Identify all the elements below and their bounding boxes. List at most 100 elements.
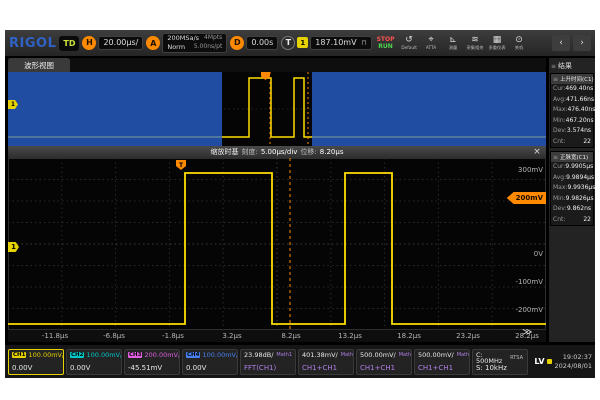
acquisition-icon: ≋ [471, 36, 479, 45]
voltage-label-0v: 0V [483, 250, 543, 258]
horizontal-group: H 20.00μs/ [82, 36, 143, 51]
multi-instrument-button[interactable]: ▦ 多重仪表 [488, 32, 507, 54]
ch3-offset: -45.51mV [128, 365, 176, 372]
channel1-box[interactable]: CH1 100.00mV/ ≡ Ω 0.00V [8, 349, 64, 375]
delay-knob[interactable]: D [230, 36, 244, 50]
ch4-badge: CH4 [186, 352, 200, 359]
nav-prev-button[interactable]: ‹ [552, 35, 570, 51]
default-button[interactable]: ↺ Default [400, 32, 419, 54]
ch1-badge: CH1 [12, 352, 26, 359]
math2-expr: CH1+CH1 [302, 365, 350, 372]
math3-badge: Math3 [398, 352, 412, 358]
timebase-mode-badge[interactable]: TD [59, 36, 79, 51]
ch2-offset: 0.00V [70, 365, 118, 372]
math1-box[interactable]: 23.98dB/ Math1 FFT(CH1) [240, 349, 296, 375]
results-header: ≡ 结果 [550, 59, 594, 73]
atta-icon: ⌖ [428, 36, 433, 45]
delay-group: D 0.00s [230, 36, 278, 51]
zoom-offset-label: 位移: [300, 147, 316, 157]
power-icon [547, 359, 552, 364]
zoom-timebase-header: 缩放时基 刻度: 5.00μs/div 位移: 8.20μs [8, 146, 546, 158]
trigger-slope-icon: ⊓ [361, 39, 366, 47]
trigger-level-box[interactable]: 187.10mV ⊓ [310, 36, 371, 51]
math4-box[interactable]: 500.00mV/ Math4 CH1+CH1 [414, 349, 470, 375]
zoom-title: 缩放时基 [211, 147, 239, 157]
measurement-card-positive-width[interactable]: ≡ 正脉宽(C1) Cur:9.9905μs Avg:9.9894μs Max:… [550, 151, 594, 226]
acquire-info-box[interactable]: 200MSa/s 4Mpts Norm 5.00ns/pt [162, 33, 227, 52]
acquire-group: A 200MSa/s 4Mpts Norm 5.00ns/pt [146, 33, 227, 52]
acquisition-button[interactable]: ≋ 采集相关 [466, 32, 485, 54]
trigger-level-tag[interactable]: 200mV [507, 192, 546, 204]
ch3-scale: 200.00mV/ [144, 352, 180, 359]
channel2-box[interactable]: CH2 100.00mV/ 0.00V [66, 349, 122, 375]
time-resolution: 5.00ns/pt [194, 44, 222, 51]
drag-handle-icon: ≡ [553, 76, 558, 83]
trigger-source-badge[interactable]: 1 [297, 37, 308, 48]
sample-rate: 200MSa/s [167, 35, 199, 42]
channel3-box[interactable]: CH3 200.00mV/ -45.51mV [124, 349, 180, 375]
zoom-offset-value: 8.20μs [320, 148, 344, 156]
channel4-box[interactable]: CH4 100.00mV/ 0.00V [182, 349, 238, 375]
time-label: 23.2μs [448, 332, 488, 340]
math2-box[interactable]: 401.38mV/ Math2 CH1+CH1 [298, 349, 354, 375]
nav-next-button[interactable]: › [573, 35, 591, 51]
math1-badge: Math1 [275, 352, 293, 358]
power-status: LV [534, 357, 551, 366]
power-off-button[interactable]: ⊙ 关机 [510, 32, 529, 54]
power-label: LV [534, 357, 544, 366]
math1-expr: FFT(CH1) [244, 365, 292, 372]
zoom-close-icon[interactable]: × [531, 146, 543, 158]
measurement-title: 正脉宽(C1) [560, 153, 588, 161]
rtsa-center: C: 500MHz [476, 352, 507, 365]
ch4-scale: 100.00mV/ [202, 352, 238, 359]
tab-waveform-view[interactable]: 波形视图 [8, 58, 70, 72]
acquire-knob[interactable]: A [146, 36, 160, 50]
default-icon: ↺ [405, 36, 413, 45]
system-time: 19:02:37 [563, 353, 592, 361]
math2-scale: 401.38mV/ [302, 352, 338, 359]
zoom-scale-value: 5.00μs/div [261, 148, 298, 156]
delay-value-box[interactable]: 0.00s [246, 36, 278, 51]
time-label: -11.8μs [35, 332, 75, 340]
time-label: 3.2μs [212, 332, 252, 340]
math3-scale: 500.00mV/ [360, 352, 396, 359]
rtsa-box[interactable]: C: 500MHz RTSA S: 10kHz [472, 349, 528, 375]
time-label: 18.2μs [389, 332, 429, 340]
time-label: -6.8μs [94, 332, 134, 340]
run-state-indicator[interactable]: STOP RUN [377, 36, 395, 50]
trigger-knob[interactable]: T [281, 36, 295, 50]
math4-scale: 500.00mV/ [418, 352, 454, 359]
measurement-title: 上升时间(C1) [560, 75, 594, 83]
drag-handle-icon: ≡ [553, 154, 558, 161]
zoom-window-shade-left[interactable] [8, 72, 222, 146]
atta-button[interactable]: ⌖ ATTA [422, 32, 441, 54]
run-label: RUN [378, 43, 393, 50]
system-date: 2024/08/01 [555, 362, 592, 370]
ch1-offset: 0.00V [12, 365, 60, 372]
clock-block: LV 19:02:37 2024/08/01 [534, 353, 592, 369]
ch2-badge: CH2 [70, 352, 84, 359]
measure-icon: ⊾ [449, 36, 457, 45]
measurement-card-risetime[interactable]: ≡ 上升时间(C1) Cur:469.40ns Avg:471.66ns Max… [550, 73, 594, 148]
trigger-level-value: 187.10mV [315, 38, 356, 47]
voltage-label-neg100mv: -100mV [483, 278, 543, 286]
top-toolbar: RIGOL TD H 20.00μs/ A 200MSa/s 4Mpts Nor… [5, 30, 595, 56]
measure-button[interactable]: ⊾ 测量 [444, 32, 463, 54]
math3-box[interactable]: 500.00mV/ Math3 CH1+CH1 [356, 349, 412, 375]
voltage-label-300mv: 300mV [483, 166, 543, 174]
math1-scale: 23.98dB/ [244, 352, 273, 359]
horizontal-scale-box[interactable]: 20.00μs/ [98, 36, 143, 51]
waveform-display: 1 缩放时基 刻度: 5.00μs/div 位移: 8.20μs × [8, 58, 546, 342]
results-panel: ≡ 结果 ≡ 上升时间(C1) Cur:469.40ns Avg:471.66n… [548, 58, 595, 342]
rtsa-badge: RTSA [509, 355, 524, 361]
trigger-group: T 1 187.10mV ⊓ [281, 36, 371, 51]
rtsa-span: S: 10kHz [476, 365, 524, 372]
zoom-waveform-area: T 300mV 0V -100mV -200mV 200mV 1 [8, 158, 546, 330]
zoom-window-shade-right[interactable] [312, 72, 546, 146]
grid-menu-icon[interactable]: ≫ [522, 327, 532, 338]
horizontal-knob[interactable]: H [82, 36, 96, 50]
ch4-offset: 0.00V [186, 365, 234, 372]
math4-badge: Math4 [456, 352, 470, 358]
math3-expr: CH1+CH1 [360, 365, 408, 372]
stop-label: STOP [377, 36, 395, 43]
